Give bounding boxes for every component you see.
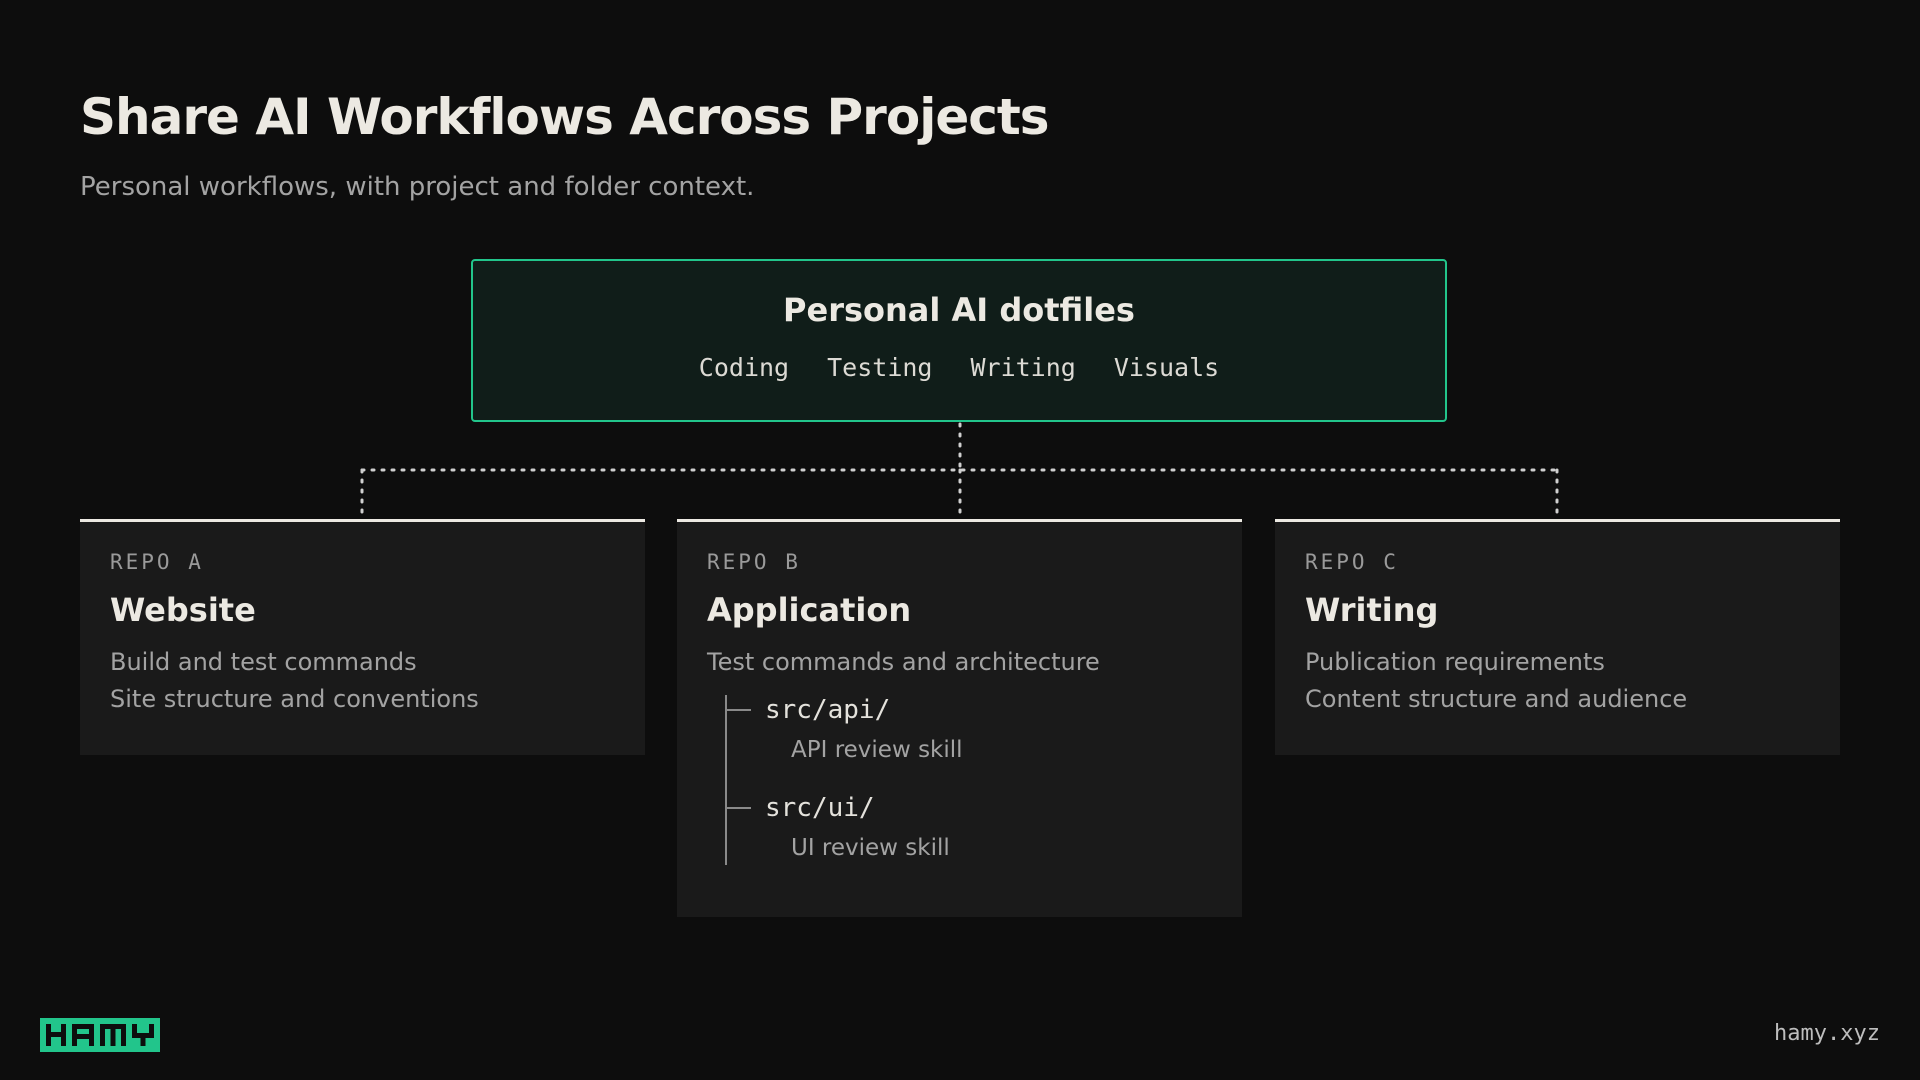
repo-title: Writing (1305, 591, 1439, 629)
tag-writing: Writing (970, 353, 1076, 382)
tree-branch-line (725, 709, 751, 712)
repo-line: Content structure and audience (1305, 685, 1688, 714)
dotfiles-title: Personal AI dotfiles (783, 291, 1135, 329)
hamy-logo (40, 1018, 160, 1052)
repo-description: Build and test commands Site structure a… (110, 644, 615, 718)
tag-testing: Testing (827, 353, 933, 382)
dotfiles-tags: Coding Testing Writing Visuals (473, 353, 1445, 382)
folder-path: src/api/ (765, 695, 891, 726)
repo-description: Publication requirements Content structu… (1305, 644, 1810, 718)
folder-skill: API review skill (791, 737, 963, 764)
repo-label: REPO A (110, 550, 204, 574)
repo-label: REPO B (707, 550, 801, 574)
dotfiles-node: Personal AI dotfiles Coding Testing Writ… (471, 259, 1447, 422)
repo-description: Test commands and architecture (707, 644, 1212, 681)
folder-tree: src/api/ API review skill src/ui/ UI rev… (725, 695, 1212, 866)
tag-coding: Coding (698, 353, 790, 382)
repo-label: REPO C (1305, 550, 1399, 574)
repo-title: Website (110, 591, 256, 629)
site-url: hamy.xyz (1774, 1021, 1880, 1046)
tree-trunk-line (725, 695, 727, 866)
page-title: Share AI Workflows Across Projects (80, 88, 1050, 146)
repo-line: Build and test commands (110, 648, 417, 677)
repo-card-a: REPO A Website Build and test commands S… (80, 519, 645, 755)
repo-line: Site structure and conventions (110, 685, 479, 714)
tag-visuals: Visuals (1113, 353, 1220, 382)
page-subtitle: Personal workflows, with project and fol… (80, 172, 755, 202)
repo-card-b: REPO B Application Test commands and arc… (677, 519, 1242, 917)
repo-card-c: REPO C Writing Publication requirements … (1275, 519, 1840, 755)
repo-line: Test commands and architecture (707, 648, 1100, 677)
tree-branch-line (725, 807, 751, 810)
repo-title: Application (707, 591, 912, 629)
repo-line: Publication requirements (1305, 648, 1605, 677)
folder-path: src/ui/ (765, 793, 875, 824)
folder-skill: UI review skill (791, 835, 950, 862)
